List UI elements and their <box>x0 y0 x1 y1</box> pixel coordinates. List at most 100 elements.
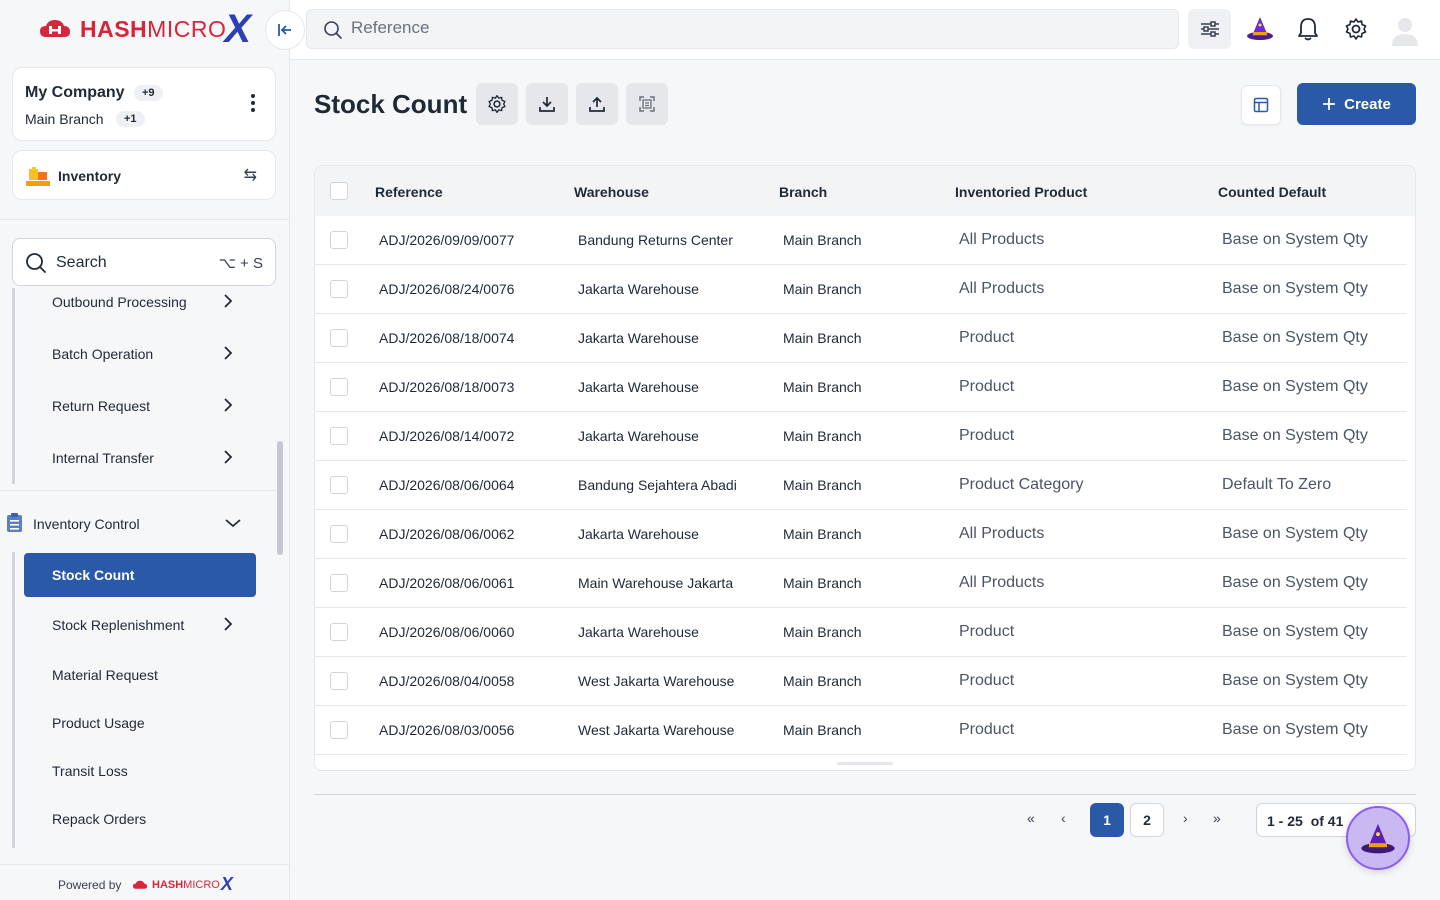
footer-logo: HASH MICRO X <box>132 874 233 895</box>
search-icon <box>26 253 46 273</box>
bell-icon[interactable] <box>1297 16 1319 42</box>
menu-item-stock-replenishment[interactable]: Stock Replenishment <box>52 617 233 633</box>
collapse-sidebar-button[interactable] <box>265 10 305 50</box>
row-checkbox[interactable] <box>330 329 348 347</box>
last-page-icon[interactable]: » <box>1213 810 1221 826</box>
cell-reference: ADJ/2026/08/06/0061 <box>379 575 515 591</box>
cell-reference: ADJ/2026/08/24/0076 <box>379 281 515 297</box>
row-checkbox[interactable] <box>330 623 348 641</box>
cell-inventoried-product: All Products <box>959 574 1045 591</box>
wizard-hat-icon[interactable] <box>1246 14 1274 42</box>
inventory-module-icon <box>26 167 50 186</box>
table-layout-icon <box>1253 97 1269 113</box>
column-header-warehouse[interactable]: Warehouse <box>574 184 649 200</box>
user-avatar-icon[interactable] <box>1391 16 1419 46</box>
column-header-reference[interactable]: Reference <box>375 184 443 200</box>
table-row[interactable]: ADJ/2026/08/06/0061 Main Warehouse Jakart… <box>315 559 1407 608</box>
cell-counted-default: Base on System Qty <box>1222 574 1368 591</box>
cell-reference: ADJ/2026/08/18/0073 <box>379 379 515 395</box>
global-search[interactable] <box>306 9 1179 49</box>
table-row[interactable]: ADJ/2026/08/18/0074 Jakarta Warehouse Main… <box>315 314 1407 363</box>
scan-button[interactable] <box>626 83 668 125</box>
search-input[interactable] <box>351 18 1051 38</box>
column-header-inventoried-product[interactable]: Inventoried Product <box>955 184 1087 200</box>
table-row[interactable]: ADJ/2026/08/18/0073 Jakarta Warehouse Main… <box>315 363 1407 412</box>
menu-item-material-request[interactable]: Material Request <box>52 667 158 683</box>
menu-item-product-usage[interactable]: Product Usage <box>52 715 145 731</box>
menu-item-repack-orders[interactable]: Repack Orders <box>52 811 146 827</box>
upload-button[interactable] <box>576 83 618 125</box>
table-row[interactable]: ADJ/2026/08/06/0060 Jakarta Warehouse Main… <box>315 608 1407 657</box>
table-row[interactable]: ADJ/2026/09/09/0077 Bandung Returns Cente… <box>315 216 1407 265</box>
table-row[interactable]: ADJ/2026/08/06/0062 Jakarta Warehouse Main… <box>315 510 1407 559</box>
sidebar-scrollbar[interactable] <box>277 441 283 555</box>
menu-item-outbound-processing[interactable]: Outbound Processing <box>52 294 233 310</box>
sidebar-divider <box>0 219 290 220</box>
cell-counted-default: Base on System Qty <box>1222 329 1368 346</box>
table-row[interactable]: ADJ/2026/08/06/0064 Bandung Sejahtera Aba… <box>315 461 1407 510</box>
menu-section-inventory-control[interactable]: Inventory Control <box>0 490 276 554</box>
row-checkbox[interactable] <box>330 476 348 494</box>
chevron-right-icon <box>224 346 233 360</box>
menu-item-batch-operation[interactable]: Batch Operation <box>52 346 233 362</box>
row-checkbox[interactable] <box>330 574 348 592</box>
gear-icon[interactable] <box>1344 17 1368 41</box>
create-button[interactable]: Create <box>1297 83 1416 125</box>
next-page-icon[interactable]: › <box>1183 810 1188 826</box>
menu-item-internal-transfer[interactable]: Internal Transfer <box>52 450 233 466</box>
filter-button[interactable] <box>1188 9 1231 49</box>
search-icon <box>324 21 342 39</box>
row-checkbox[interactable] <box>330 721 348 739</box>
table-row[interactable]: ADJ/2026/08/03/0056 West Jakarta Warehous… <box>315 706 1407 755</box>
cell-inventoried-product: Product <box>959 378 1015 395</box>
cell-counted-default: Base on System Qty <box>1222 672 1368 689</box>
more-options-icon[interactable] <box>251 94 255 112</box>
cell-counted-default: Base on System Qty <box>1222 525 1368 542</box>
branch-count-badge: +1 <box>116 111 145 127</box>
ai-assistant-button[interactable] <box>1346 806 1410 870</box>
row-checkbox[interactable] <box>330 378 348 396</box>
menu-item-label: Outbound Processing <box>52 294 187 310</box>
company-name: My Company <box>25 84 125 101</box>
total-count: of 41 <box>1310 813 1344 829</box>
row-checkbox[interactable] <box>330 427 348 445</box>
company-switcher[interactable]: My Company +9 Main Branch +1 <box>12 67 276 141</box>
horizontal-scrollbar[interactable] <box>837 762 893 765</box>
menu-item-stock-count[interactable]: Stock Count <box>24 553 256 597</box>
cell-branch: Main Branch <box>783 281 862 297</box>
first-page-icon[interactable]: « <box>1027 810 1035 826</box>
row-checkbox[interactable] <box>330 672 348 690</box>
layout-toggle-button[interactable] <box>1241 85 1281 125</box>
search-shortcut: ⌥ + S <box>218 255 263 272</box>
sidebar-search[interactable]: Search ⌥ + S <box>12 238 276 286</box>
cell-warehouse: West Jakarta Warehouse <box>578 722 735 738</box>
cell-warehouse: Jakarta Warehouse <box>578 330 699 346</box>
cell-warehouse: Jakarta Warehouse <box>578 379 699 395</box>
row-checkbox[interactable] <box>330 525 348 543</box>
row-checkbox[interactable] <box>330 231 348 249</box>
column-header-branch[interactable]: Branch <box>779 184 827 200</box>
create-button-label: Create <box>1344 95 1391 113</box>
row-checkbox[interactable] <box>330 280 348 298</box>
cell-branch: Main Branch <box>783 330 862 346</box>
table-row[interactable]: ADJ/2026/08/04/0058 West Jakarta Warehous… <box>315 657 1407 706</box>
menu-item-transit-loss[interactable]: Transit Loss <box>52 763 128 779</box>
cell-branch: Main Branch <box>783 428 862 444</box>
cloud-logo-icon <box>40 20 70 37</box>
column-header-counted-default[interactable]: Counted Default <box>1218 184 1326 200</box>
page-settings-button[interactable] <box>476 83 518 125</box>
select-all-checkbox[interactable] <box>330 182 348 200</box>
table-row[interactable]: ADJ/2026/08/14/0072 Jakarta Warehouse Main… <box>315 412 1407 461</box>
switch-module-icon[interactable]: ⇆ <box>244 165 257 185</box>
table-row[interactable]: ADJ/2026/08/24/0076 Jakarta Warehouse Main… <box>315 265 1407 314</box>
page-button-1[interactable]: 1 <box>1090 803 1124 837</box>
download-button[interactable] <box>526 83 568 125</box>
page-button-2[interactable]: 2 <box>1130 803 1164 837</box>
powered-by-label: Powered by <box>58 878 122 892</box>
previous-page-icon[interactable]: ‹ <box>1061 810 1066 826</box>
cell-branch: Main Branch <box>783 673 862 689</box>
menu-item-return-request[interactable]: Return Request <box>52 398 233 414</box>
hashmicro-logo[interactable]: HASHMICRO X <box>38 8 251 50</box>
chevron-right-icon <box>224 450 233 464</box>
module-switcher[interactable]: Inventory ⇆ <box>12 150 276 200</box>
